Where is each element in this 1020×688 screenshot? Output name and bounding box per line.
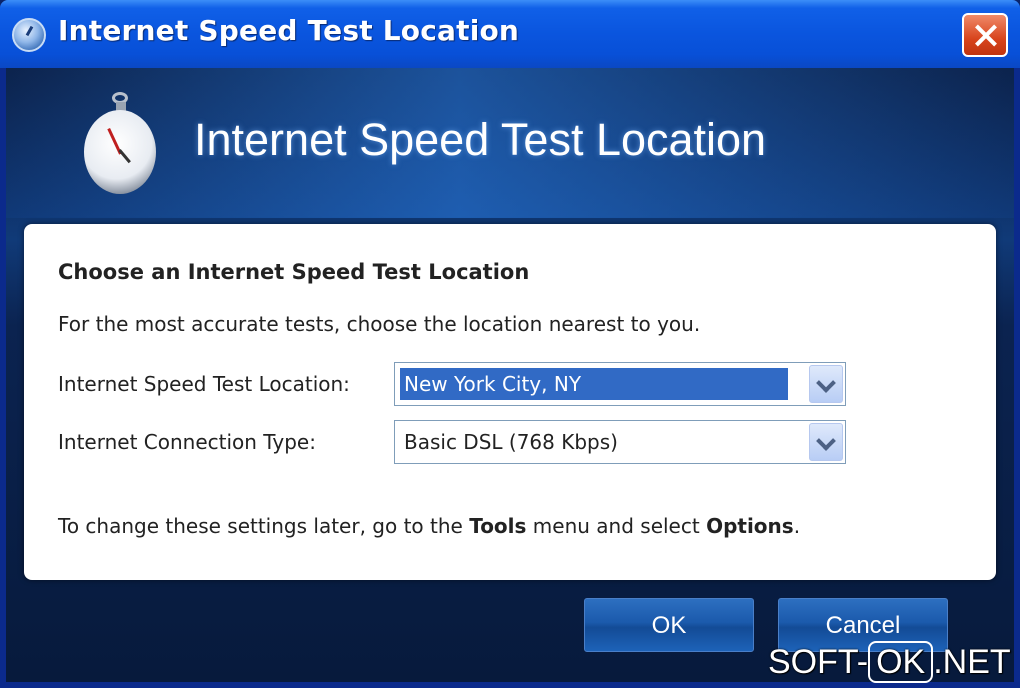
location-dropdown[interactable]: New York City, NY [394, 362, 846, 406]
settings-panel: Choose an Internet Speed Test Location F… [24, 224, 996, 580]
watermark-right: .NET [933, 643, 1011, 681]
connection-value: Basic DSL (768 Kbps) [404, 430, 618, 454]
chevron-down-icon[interactable] [809, 423, 843, 461]
ok-button[interactable]: OK [584, 598, 754, 652]
watermark-left: SOFT- [768, 643, 869, 681]
dialog-content: Internet Speed Test Location Choose an I… [6, 68, 1014, 682]
note-text: To change these settings later, go to th… [58, 514, 470, 538]
note-text: menu and select [526, 514, 707, 538]
note-text: . [793, 514, 801, 538]
banner-title: Internet Speed Test Location [194, 114, 767, 165]
dialog-window: Internet Speed Test Location Internet Sp… [0, 0, 1020, 688]
window-title: Internet Speed Test Location [58, 14, 520, 47]
panel-heading: Choose an Internet Speed Test Location [58, 260, 530, 284]
connection-dropdown[interactable]: Basic DSL (768 Kbps) [394, 420, 846, 464]
note-tools: Tools [469, 514, 527, 538]
connection-label: Internet Connection Type: [58, 430, 316, 454]
watermark-box: OK [868, 641, 934, 683]
location-value: New York City, NY [399, 367, 789, 401]
close-button[interactable] [962, 13, 1008, 57]
settings-note: To change these settings later, go to th… [58, 514, 800, 538]
title-bar[interactable]: Internet Speed Test Location [0, 0, 1020, 68]
watermark: SOFT- OK .NET [768, 640, 1012, 684]
stopwatch-icon [78, 88, 164, 200]
location-label: Internet Speed Test Location: [58, 372, 350, 396]
note-options: Options [706, 514, 794, 538]
panel-description: For the most accurate tests, choose the … [58, 312, 701, 336]
app-gauge-icon [12, 18, 46, 52]
chevron-down-icon[interactable] [809, 365, 843, 403]
